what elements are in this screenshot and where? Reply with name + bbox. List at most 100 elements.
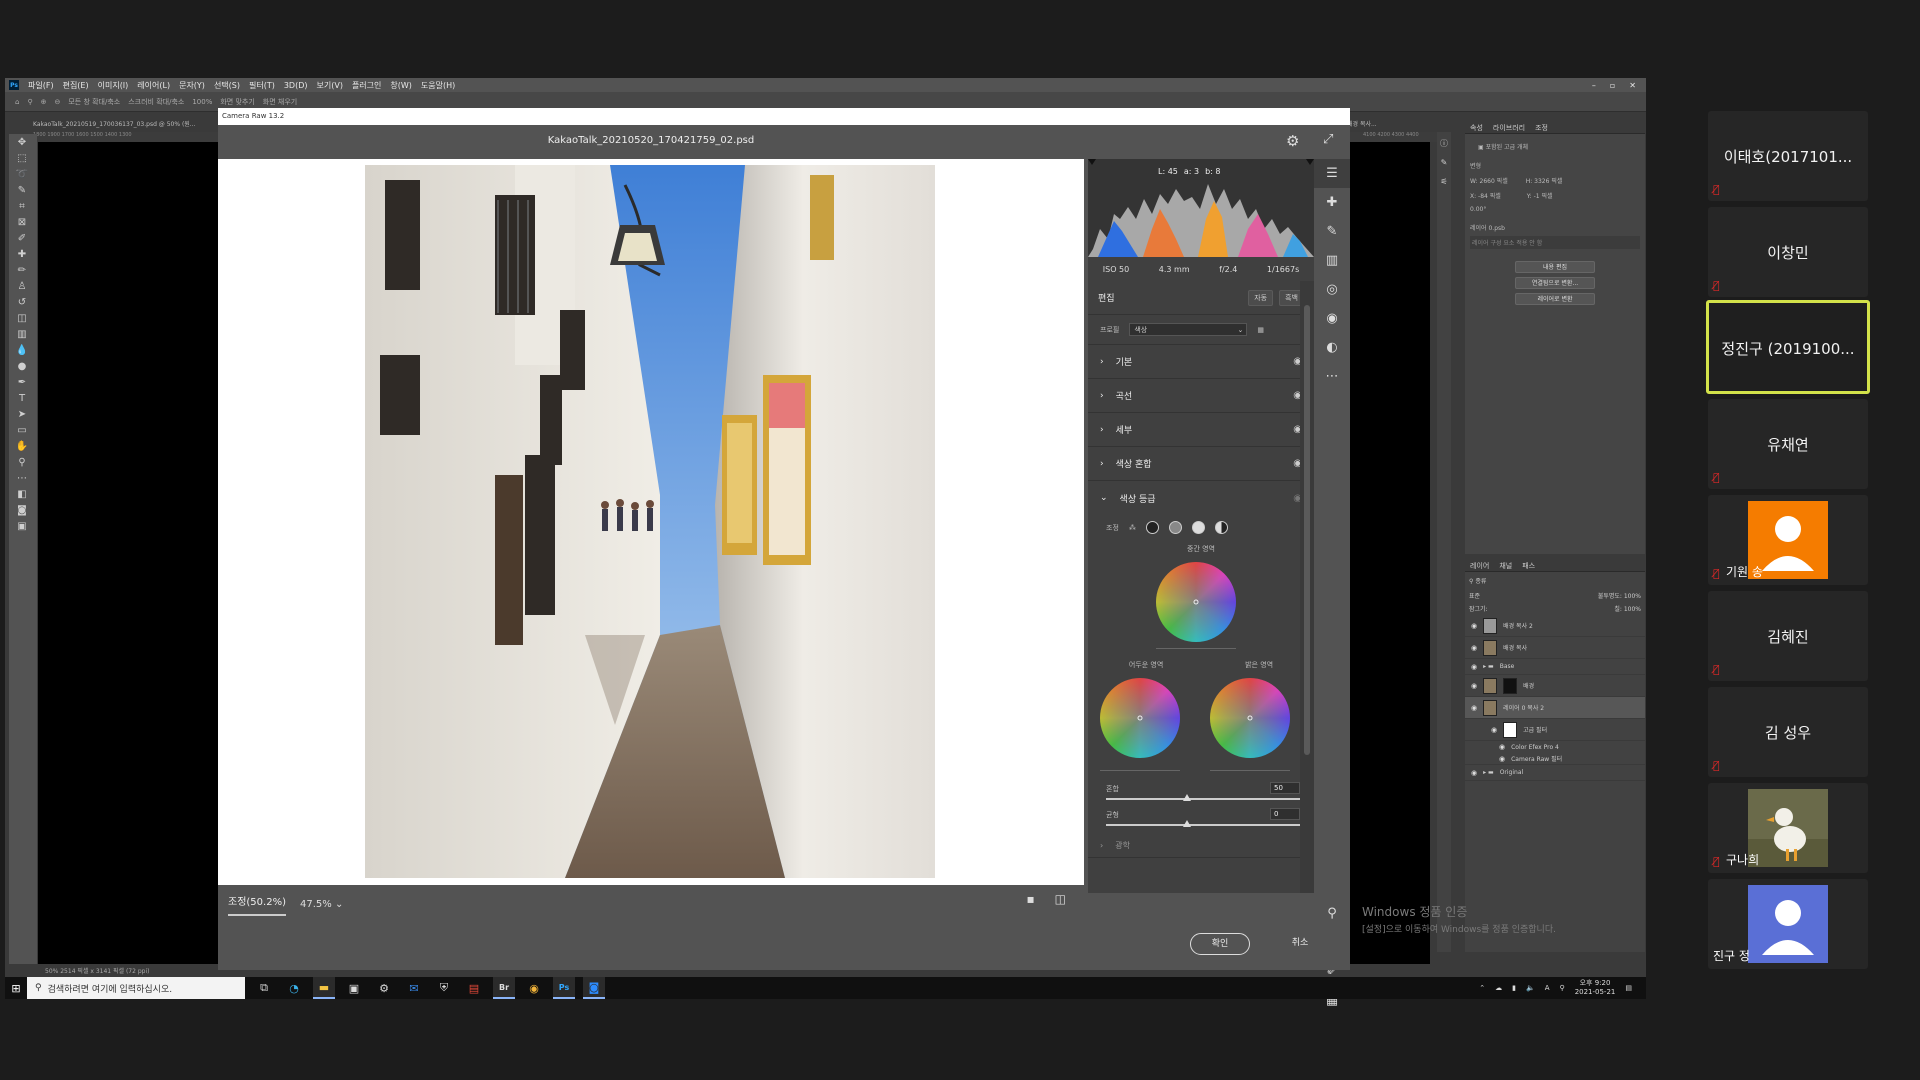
- eye-icon[interactable]: ◉: [1499, 755, 1505, 763]
- tray-chevron-icon[interactable]: ⌃: [1479, 984, 1485, 992]
- smart-filter-row[interactable]: ◉ 고급 필터: [1465, 719, 1645, 741]
- eye-icon[interactable]: ◉: [1471, 682, 1477, 690]
- section-color-mixer[interactable]: › 색상 혼합 ◉: [1088, 447, 1314, 481]
- hand-tool-icon[interactable]: ✋: [13, 439, 31, 454]
- menu-view[interactable]: 보기(V): [317, 80, 343, 91]
- close-icon[interactable]: ✕: [1629, 81, 1636, 90]
- participant-tile[interactable]: 이태호(2017101... 🎙̸: [1708, 111, 1868, 201]
- section-optics[interactable]: › 광학: [1088, 834, 1314, 858]
- shadows-dot-icon[interactable]: [1145, 521, 1159, 534]
- filter-row[interactable]: ◉ Color Efex Pro 4: [1465, 741, 1645, 753]
- menu-layer[interactable]: 레이어(L): [137, 80, 170, 91]
- document-tab-right[interactable]: 배경 복사...: [1347, 119, 1377, 128]
- balance-value[interactable]: 0: [1270, 808, 1300, 820]
- mail-icon[interactable]: ✉: [403, 977, 425, 999]
- highlights-luminance-slider[interactable]: [1210, 770, 1290, 771]
- layer-row[interactable]: ◉ 배경 복사 2: [1465, 615, 1645, 637]
- menu-type[interactable]: 문자(Y): [179, 80, 205, 91]
- wheel-center-handle[interactable]: [1193, 599, 1199, 605]
- zoom-in-icon[interactable]: ⊕: [41, 98, 47, 106]
- tab-paths[interactable]: 패스: [1522, 561, 1535, 571]
- frame-tool-icon[interactable]: ⊠: [13, 215, 31, 230]
- midtones-luminance-slider[interactable]: [1156, 648, 1236, 649]
- convert-linked-button[interactable]: 연결됨으로 변환...: [1515, 277, 1595, 289]
- history-brush-icon[interactable]: ↺: [13, 295, 31, 310]
- more-tools-icon[interactable]: ⋯: [13, 471, 31, 486]
- volume-icon[interactable]: 🔈: [1526, 984, 1535, 992]
- image-preview[interactable]: [218, 159, 1084, 885]
- brush-tool-icon[interactable]: ✏: [13, 263, 31, 278]
- participant-tile[interactable]: 🎙̸ 구나희: [1708, 783, 1868, 873]
- eye-icon[interactable]: ◉: [1471, 644, 1477, 652]
- wheel-center-handle[interactable]: [1137, 715, 1143, 721]
- tab-libraries[interactable]: 라이브러리: [1493, 123, 1525, 133]
- menu-file[interactable]: 파일(F): [28, 80, 54, 91]
- fit-zoom-button[interactable]: 조정(50.2%): [228, 893, 286, 916]
- single-view-icon[interactable]: ▪: [1027, 892, 1035, 906]
- section-detail[interactable]: › 세부 ◉: [1088, 413, 1314, 447]
- crop-tool-icon[interactable]: ⌗: [13, 199, 31, 214]
- path-select-icon[interactable]: ➤: [13, 407, 31, 422]
- participant-tile[interactable]: 진구 정: [1708, 879, 1868, 969]
- tab-channels[interactable]: 채널: [1499, 561, 1512, 571]
- quick-mask-icon[interactable]: ◙: [13, 503, 31, 518]
- blending-value[interactable]: 50: [1270, 782, 1300, 794]
- wheel-center-handle[interactable]: [1247, 715, 1253, 721]
- layer-comp-select[interactable]: 레이어 구성 요소 적용 안 함: [1470, 236, 1640, 249]
- participant-tile-active-speaker[interactable]: 정진구 (2019100...: [1706, 300, 1870, 394]
- layer-group-row[interactable]: ◉ ▸ ▬ Base: [1465, 659, 1645, 675]
- security-icon[interactable]: ⛨: [433, 977, 455, 999]
- clock[interactable]: 오후 9:20 2021-05-21: [1575, 979, 1616, 997]
- layer-row-selected[interactable]: ◉ 레이어 0 복사 2: [1465, 697, 1645, 719]
- participant-tile[interactable]: 김 성우 🎙̸: [1708, 687, 1868, 777]
- shadows-color-wheel[interactable]: [1100, 678, 1180, 758]
- info-icon[interactable]: ⓘ: [1439, 136, 1449, 151]
- pdf-icon[interactable]: ▤: [463, 977, 485, 999]
- zoom-app-icon[interactable]: ◙: [583, 977, 605, 999]
- stamp-tool-icon[interactable]: ♙: [13, 279, 31, 294]
- eyedropper-tool-icon[interactable]: ✐: [13, 231, 31, 246]
- eye-icon[interactable]: ◉: [1471, 663, 1477, 671]
- height-field[interactable]: H: 3326 픽셀: [1526, 176, 1563, 185]
- highlights-color-wheel[interactable]: [1210, 678, 1290, 758]
- cancel-button[interactable]: 취소: [1280, 933, 1320, 955]
- healing-tool-icon[interactable]: ✚: [13, 247, 31, 262]
- type-tool-icon[interactable]: T: [13, 391, 31, 406]
- zoom-tool-icon[interactable]: ⚲: [13, 455, 31, 470]
- participant-tile[interactable]: 이창민 🎙̸: [1708, 207, 1868, 297]
- participant-tile[interactable]: 유채연 🎙̸: [1708, 399, 1868, 489]
- zoom-out-icon[interactable]: ⊖: [54, 98, 60, 106]
- angle-field[interactable]: 0.00°: [1470, 206, 1640, 213]
- balance-track[interactable]: [1106, 824, 1300, 826]
- file-explorer-icon[interactable]: ▬: [313, 977, 335, 999]
- width-field[interactable]: W: 2660 픽셀: [1470, 176, 1508, 185]
- edge-icon[interactable]: ◔: [283, 977, 305, 999]
- taskbar-search[interactable]: ⚲ 검색하려면 여기에 입력하십시오.: [27, 977, 245, 999]
- scroll-thumb[interactable]: [1304, 305, 1310, 755]
- zoom-tool-icon[interactable]: ⚲: [27, 98, 32, 106]
- adjust-icon[interactable]: ⚟: [1439, 174, 1449, 189]
- layer-filter-select[interactable]: ⚲ 종류: [1469, 576, 1486, 585]
- blending-thumb[interactable]: [1183, 794, 1191, 801]
- shadows-luminance-slider[interactable]: [1100, 770, 1180, 771]
- restore-icon[interactable]: ▫: [1610, 81, 1615, 90]
- store-icon[interactable]: ▣: [343, 977, 365, 999]
- home-icon[interactable]: ⌂: [15, 98, 19, 106]
- auto-button[interactable]: 자동: [1248, 289, 1274, 306]
- menu-filter[interactable]: 필터(T): [249, 80, 275, 91]
- ok-button[interactable]: 확인: [1190, 933, 1250, 955]
- shape-tool-icon[interactable]: ▭: [13, 423, 31, 438]
- zoom-level-select[interactable]: 47.5% ⌄: [300, 899, 343, 910]
- option-100[interactable]: 100%: [192, 98, 212, 106]
- layer-row[interactable]: ◉ 배경: [1465, 675, 1645, 697]
- windows-start-icon[interactable]: ⊞: [5, 982, 27, 995]
- filter-row[interactable]: ◉ Camera Raw 필터: [1465, 753, 1645, 765]
- tab-adjustments[interactable]: 조정: [1535, 123, 1548, 133]
- marquee-tool-icon[interactable]: ⬚: [13, 151, 31, 166]
- highlights-dot-icon[interactable]: [1191, 521, 1205, 534]
- onedrive-icon[interactable]: ☁: [1495, 984, 1502, 992]
- tab-properties[interactable]: 속성: [1470, 123, 1483, 133]
- section-curve[interactable]: › 곡선 ◉: [1088, 379, 1314, 413]
- eye-icon[interactable]: ◉: [1471, 769, 1477, 777]
- eye-icon[interactable]: ◉: [1471, 704, 1477, 712]
